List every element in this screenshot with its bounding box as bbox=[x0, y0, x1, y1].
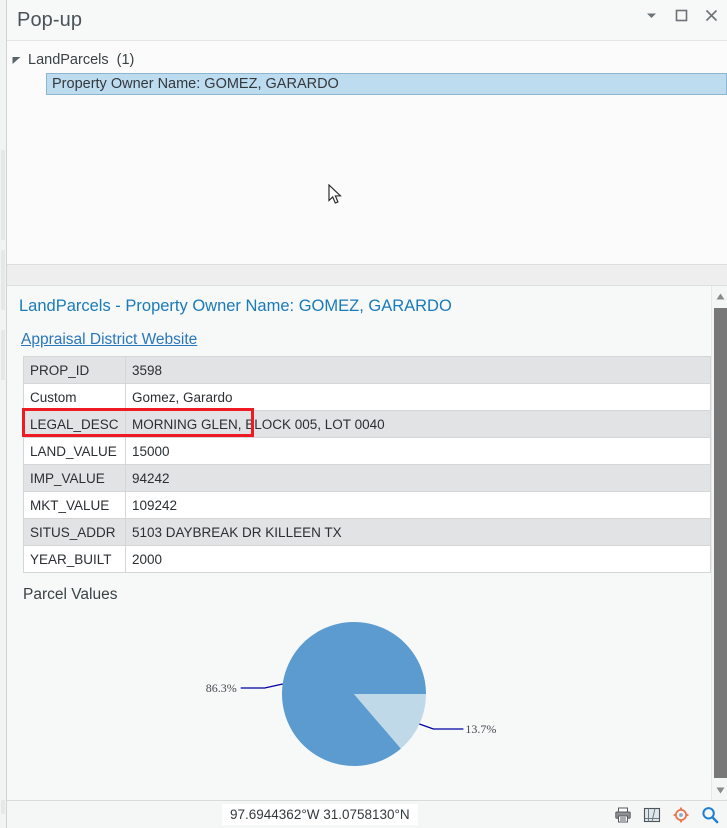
left-edge-strip bbox=[0, 0, 7, 828]
pane-splitter[interactable] bbox=[0, 264, 727, 286]
table-row[interactable]: LEGAL_DESC MORNING GLEN, BLOCK 005, LOT 0… bbox=[23, 410, 711, 438]
search-magnifier-icon[interactable] bbox=[701, 806, 719, 824]
locate-target-icon[interactable] bbox=[672, 806, 690, 824]
table-row[interactable]: MKT_VALUE 109242 bbox=[23, 491, 711, 519]
tree-group-label: LandParcels bbox=[28, 52, 109, 68]
attr-key: MKT_VALUE bbox=[23, 491, 126, 519]
table-row[interactable]: Custom Gomez, Garardo bbox=[23, 383, 711, 411]
status-bar-icons bbox=[614, 806, 719, 824]
status-bar: 97.6944362°W 31.0758130°N bbox=[0, 800, 727, 828]
attr-value: 94242 bbox=[125, 464, 711, 492]
attr-key: LAND_VALUE bbox=[23, 437, 126, 465]
pie-leader-line-minor bbox=[419, 723, 464, 730]
attr-value: MORNING GLEN, BLOCK 005, LOT 0040 bbox=[125, 410, 711, 438]
attr-key: LEGAL_DESC bbox=[23, 410, 126, 438]
attr-value: 15000 bbox=[125, 437, 711, 465]
attr-key: SITUS_ADDR bbox=[23, 518, 126, 546]
attributes-table-body: PROP_ID 3598 Custom Gomez, Garardo LEGAL_D… bbox=[23, 356, 711, 573]
attr-value: Gomez, Garardo bbox=[125, 383, 711, 411]
appraisal-district-website-link[interactable]: Appraisal District Website bbox=[21, 331, 197, 349]
print-icon[interactable] bbox=[614, 806, 632, 824]
detail-scroll-content: LandParcels - Property Owner Name: GOMEZ… bbox=[7, 286, 711, 800]
pie-label-minor: 13.7% bbox=[465, 722, 496, 736]
window-titlebar: Pop-up bbox=[0, 0, 727, 40]
window-controls bbox=[642, 6, 720, 24]
attr-value: 5103 DAYBREAK DR KILLEEN TX bbox=[125, 518, 711, 546]
results-list-pane: LandParcels (1) Property Owner Name: GOM… bbox=[0, 40, 727, 264]
attr-key: PROP_ID bbox=[23, 356, 126, 384]
triangle-expanded-icon[interactable] bbox=[10, 54, 23, 67]
tree-group-landparcels[interactable]: LandParcels (1) bbox=[0, 49, 727, 71]
attr-key: YEAR_BUILT bbox=[23, 545, 126, 573]
page-title: Pop-up bbox=[17, 8, 83, 31]
tree-group-count: (1) bbox=[116, 52, 135, 68]
list-item-selected-feature[interactable]: Property Owner Name: GOMEZ, GARARDO bbox=[46, 73, 727, 95]
popup-window: Pop-up LandParcels (1) Property Owner Na… bbox=[0, 0, 727, 828]
attr-value: 109242 bbox=[125, 491, 711, 519]
pie-leader-line-major bbox=[240, 683, 283, 689]
map-layout-icon[interactable] bbox=[643, 806, 661, 824]
scroll-up-arrow-icon[interactable] bbox=[712, 288, 727, 304]
attr-value: 3598 bbox=[125, 356, 711, 384]
scroll-down-arrow-icon[interactable] bbox=[712, 782, 727, 798]
table-row[interactable]: PROP_ID 3598 bbox=[23, 356, 711, 384]
table-row[interactable]: IMP_VALUE 94242 bbox=[23, 464, 711, 492]
close-icon[interactable] bbox=[702, 6, 720, 24]
pie-chart-svg: 86.3% 13.7% bbox=[206, 621, 496, 766]
table-row[interactable]: SITUS_ADDR 5103 DAYBREAK DR KILLEEN TX bbox=[23, 518, 711, 546]
detail-vertical-scrollbar[interactable] bbox=[711, 286, 727, 800]
attr-key: Custom bbox=[23, 383, 126, 411]
table-row[interactable]: LAND_VALUE 15000 bbox=[23, 437, 711, 465]
restore-icon[interactable] bbox=[672, 6, 690, 24]
attributes-table: PROP_ID 3598 Custom Gomez, Garardo LEGAL_D… bbox=[23, 356, 711, 573]
table-row[interactable]: YEAR_BUILT 2000 bbox=[23, 545, 711, 573]
chevron-down-icon[interactable] bbox=[642, 6, 660, 24]
pie-label-major: 86.3% bbox=[206, 681, 237, 695]
detail-pane: LandParcels - Property Owner Name: GOMEZ… bbox=[0, 286, 727, 800]
chart-title: Parcel Values bbox=[23, 586, 118, 603]
attr-key: IMP_VALUE bbox=[23, 464, 126, 492]
attr-value: 2000 bbox=[125, 545, 711, 573]
coordinates-readout: 97.6944362°W 31.0758130°N bbox=[222, 804, 418, 825]
parcel-values-pie-chart: 86.3% 13.7% bbox=[7, 606, 711, 792]
scrollbar-thumb[interactable] bbox=[714, 308, 727, 778]
detail-header-title: LandParcels - Property Owner Name: GOMEZ… bbox=[19, 297, 452, 315]
mouse-cursor-icon bbox=[328, 183, 344, 211]
